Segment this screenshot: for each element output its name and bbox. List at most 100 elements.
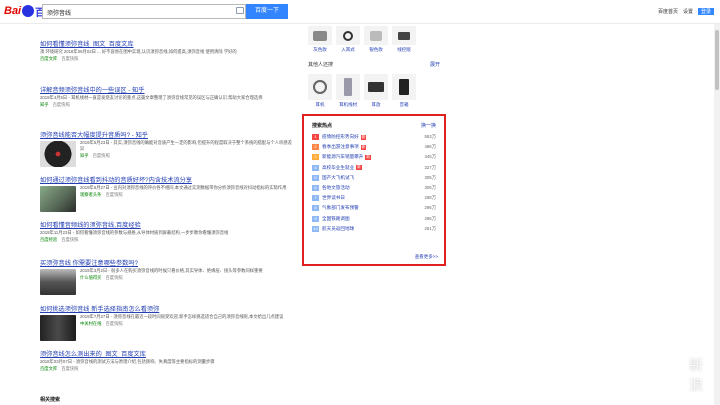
hot-search-item[interactable]: 3 新能源汽车销量攀升新 345万 bbox=[304, 152, 444, 162]
hot-search-name[interactable]: 新能源汽车销量攀升 bbox=[322, 154, 363, 160]
settings-link[interactable]: 设置 bbox=[683, 8, 693, 15]
result-snippet: 2019年4月5日 - 耳机线材一直是发烧友讨论的重点,这篇文章整理了须弥音线常… bbox=[40, 95, 263, 100]
related-row: 耳机 耳机线材 耳放 音箱 bbox=[308, 74, 448, 108]
rank-badge: 9 bbox=[312, 215, 319, 222]
hot-search-item[interactable]: 2 春季出游注意事项新 496万 bbox=[304, 142, 444, 152]
home-link[interactable]: 百度首页 bbox=[658, 8, 678, 15]
result-source[interactable]: 知乎 bbox=[40, 102, 49, 108]
product-card[interactable]: 线控版 bbox=[392, 26, 416, 53]
product-card[interactable]: 入耳式 bbox=[336, 26, 360, 53]
related-card[interactable]: 音箱 bbox=[392, 74, 416, 108]
result-title[interactable]: 如何看懂须弥音线_图文_百度文库 bbox=[40, 39, 295, 48]
hot-search-count: 553万 bbox=[424, 134, 436, 140]
hot-search-name[interactable]: 世界读书日 bbox=[322, 195, 345, 201]
result-source[interactable]: 百度经验 bbox=[40, 237, 57, 243]
product-caption: 灰色款 bbox=[313, 47, 327, 52]
result-snippet: 2019年6月27日 - 业内对须弥音线的评价各不相同,本文通过实测数据带你分析… bbox=[80, 185, 287, 190]
result-item: 如何通过须弥音线看到抖动的音质好坏?内含技术流分享 2019年6月27日 - 业… bbox=[40, 175, 295, 212]
hot-search-name[interactable]: 高校毕业生就业 bbox=[322, 165, 354, 171]
login-button[interactable]: 登录 bbox=[697, 8, 714, 15]
rank-badge: 6 bbox=[312, 185, 319, 192]
hot-search-panel: 搜索热点 换一换 1 疫情防控形势向好新 553万 2 春季出游注意事项新 496万 3 新能… bbox=[302, 114, 446, 266]
expand-link[interactable]: 展开 bbox=[430, 61, 440, 68]
scrollbar-thumb[interactable] bbox=[715, 30, 719, 90]
product-card[interactable]: 银色款 bbox=[364, 26, 388, 53]
refresh-link[interactable]: 换一换 bbox=[421, 122, 436, 129]
right-column: 灰色款 入耳式 银色款 线控版 其他人还搜 展开 耳机 耳机线材 耳放 音箱 bbox=[308, 24, 448, 108]
camera-icon[interactable] bbox=[236, 7, 244, 14]
result-title[interactable]: 如何看懂音频线的须弥音线,百度经验 bbox=[40, 220, 295, 229]
search-input[interactable]: 须弥音线 bbox=[42, 4, 246, 19]
hot-search-name[interactable]: 春季出游注意事项 bbox=[322, 144, 359, 150]
paw-icon bbox=[22, 5, 35, 17]
result-title[interactable]: 须弥音线能否大幅度提升音质吗? - 知乎 bbox=[40, 130, 295, 139]
hot-search-name[interactable]: 航天员返回地球 bbox=[322, 226, 354, 232]
result-title[interactable]: 详解音频须弥音线中的一些误区 - 知乎 bbox=[40, 85, 295, 94]
result-snippet: 2019年11月23日 - 如何看懂须弥音线的参数与规格,从导体材质到屏蔽结构,… bbox=[40, 230, 229, 235]
rank-badge: 3 bbox=[312, 154, 319, 161]
hot-search-count: 327万 bbox=[424, 164, 436, 170]
vinyl-image[interactable] bbox=[40, 141, 76, 167]
hot-search-item[interactable]: 8 气象部门发布预警 296万 bbox=[304, 203, 444, 213]
hot-search-list: 1 疫情防控形势向好新 553万 2 春季出游注意事项新 496万 3 新能源汽车销量攀升新 3… bbox=[304, 132, 444, 234]
snapshot-link[interactable]: 百度快照 bbox=[105, 192, 122, 198]
search-button[interactable]: 百度一下 bbox=[246, 4, 288, 19]
related-header: 其他人还搜 展开 bbox=[308, 61, 440, 68]
result-item: 如何看懂须弥音线_图文_百度文库 须 环境研究 2018年06月02日 ... … bbox=[40, 39, 295, 62]
snapshot-link[interactable]: 百度快照 bbox=[61, 56, 78, 62]
result-source[interactable]: 观察者头条 bbox=[80, 192, 101, 198]
amplifier-image[interactable] bbox=[40, 186, 76, 212]
top-bar: Bai 百度 须弥音线 百度一下 百度首页 设置 登录 bbox=[0, 0, 720, 24]
hot-search-name[interactable]: 气象部门发布预警 bbox=[322, 205, 359, 211]
product-caption: 线控版 bbox=[397, 47, 411, 52]
result-source[interactable]: 百度文库 bbox=[40, 366, 57, 372]
snapshot-link[interactable]: 百度快照 bbox=[53, 102, 70, 108]
result-item: 须弥音线能否大幅度提升音质吗? - 知乎 2019年5月23日 - 其实,须弥音… bbox=[40, 130, 295, 167]
result-title[interactable]: 如何挑选须弥音线 新手选择指南怎么看须弥 bbox=[40, 304, 295, 313]
result-snippet: 2019年3月2日 - 很多人在购买须弥音线的时候只看价格,其实导体、绝缘层、接… bbox=[80, 268, 263, 273]
rank-badge: 4 bbox=[312, 164, 319, 171]
product-card[interactable]: 灰色款 bbox=[308, 26, 332, 53]
more-link[interactable]: 查看更多>> bbox=[415, 254, 438, 260]
result-title[interactable]: 买须弥音线 你需要注意哪些参数吗? bbox=[40, 258, 295, 267]
snapshot-link[interactable]: 百度快照 bbox=[61, 237, 78, 243]
rank-badge: 1 bbox=[312, 134, 319, 141]
hot-search-item[interactable]: 7 世界读书日 298万 bbox=[304, 193, 444, 203]
hot-search-item[interactable]: 5 国产大飞机试飞 305万 bbox=[304, 173, 444, 183]
related-card[interactable]: 耳放 bbox=[364, 74, 388, 108]
result-item: 如何看懂音频线的须弥音线,百度经验 2019年11月23日 - 如何看懂须弥音线… bbox=[40, 220, 295, 243]
result-source[interactable]: 中关村在线 bbox=[80, 321, 101, 327]
related-card[interactable]: 耳机 bbox=[308, 74, 332, 108]
related-caption: 音箱 bbox=[399, 102, 409, 107]
hot-search-name[interactable]: 全国铁路调图 bbox=[322, 216, 350, 222]
speaker-image[interactable] bbox=[40, 269, 76, 295]
snapshot-link[interactable]: 百度快照 bbox=[93, 153, 110, 159]
result-source[interactable]: 什么值得买 bbox=[80, 275, 101, 281]
result-source[interactable]: 百度文库 bbox=[40, 56, 57, 62]
hot-search-item[interactable]: 4 高校毕业生就业新 327万 bbox=[304, 163, 444, 173]
top-links: 百度首页 设置 登录 bbox=[658, 8, 714, 15]
device-image[interactable] bbox=[40, 315, 76, 341]
snapshot-link[interactable]: 百度快照 bbox=[105, 275, 122, 281]
scrollbar[interactable] bbox=[714, 24, 720, 405]
watermark-char: 浪 bbox=[689, 378, 706, 394]
hot-search-count: 298万 bbox=[424, 195, 436, 201]
hot-search-item[interactable]: 9 全国铁路调图 286万 bbox=[304, 214, 444, 224]
hot-search-item[interactable]: 1 疫情防控形势向好新 553万 bbox=[304, 132, 444, 142]
result-title[interactable]: 如何通过须弥音线看到抖动的音质好坏?内含技术流分享 bbox=[40, 175, 295, 184]
hot-search-item[interactable]: 10 航天员返回地球 261万 bbox=[304, 224, 444, 234]
snapshot-link[interactable]: 百度快照 bbox=[105, 321, 122, 327]
related-card[interactable]: 耳机线材 bbox=[336, 74, 360, 108]
snapshot-link[interactable]: 百度快照 bbox=[61, 366, 78, 372]
hot-search-item[interactable]: 6 各地文旅活动 306万 bbox=[304, 183, 444, 193]
result-source[interactable]: 知乎 bbox=[80, 153, 89, 159]
hot-search-count: 345万 bbox=[424, 154, 436, 160]
result-item: 详解音频须弥音线中的一些误区 - 知乎 2019年4月5日 - 耳机线材一直是发… bbox=[40, 85, 295, 108]
hot-search-name[interactable]: 疫情防控形势向好 bbox=[322, 134, 359, 140]
hot-search-name[interactable]: 各地文旅活动 bbox=[322, 185, 350, 191]
hot-search-count: 305万 bbox=[424, 174, 436, 180]
new-badge: 新 bbox=[365, 154, 371, 160]
hot-search-name[interactable]: 国产大飞机试飞 bbox=[322, 175, 354, 181]
result-title[interactable]: 须弥音线怎么测出来的_图文_百度文库 bbox=[40, 349, 295, 358]
rank-badge: 10 bbox=[312, 225, 319, 232]
